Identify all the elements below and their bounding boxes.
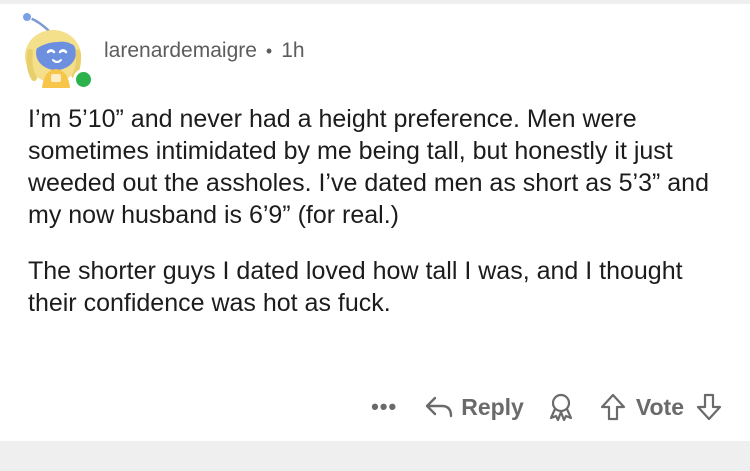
avatar[interactable] bbox=[18, 12, 94, 90]
award-button[interactable] bbox=[546, 392, 576, 422]
top-divider bbox=[0, 0, 750, 4]
comment-body: I’m 5’10” and never had a height prefere… bbox=[28, 103, 728, 319]
vote-count-label: Vote bbox=[635, 393, 684, 420]
reply-button[interactable]: Reply bbox=[425, 394, 524, 421]
username-link[interactable]: larenardemaigre bbox=[104, 39, 257, 63]
upvote-button[interactable] bbox=[600, 393, 626, 421]
more-options-button[interactable]: ••• bbox=[371, 394, 397, 420]
comment-paragraph: The shorter guys I dated loved how tall … bbox=[28, 257, 683, 317]
comment-paragraph: I’m 5’10” and never had a height prefere… bbox=[28, 105, 709, 229]
reply-label: Reply bbox=[461, 393, 524, 420]
comment-meta: larenardemaigre • 1h bbox=[104, 39, 305, 63]
reply-arrow-icon bbox=[426, 396, 453, 418]
downvote-button[interactable] bbox=[696, 393, 722, 421]
meta-separator: • bbox=[265, 40, 273, 61]
comment-header: larenardemaigre • 1h bbox=[18, 10, 305, 90]
online-status-indicator bbox=[73, 69, 94, 90]
downvote-arrow-icon bbox=[696, 393, 722, 421]
award-icon bbox=[549, 393, 572, 422]
comment-actions: ••• Reply Vote bbox=[371, 387, 722, 427]
timestamp: 1h bbox=[281, 39, 305, 62]
bottom-divider bbox=[0, 441, 750, 471]
upvote-arrow-icon bbox=[600, 393, 625, 421]
